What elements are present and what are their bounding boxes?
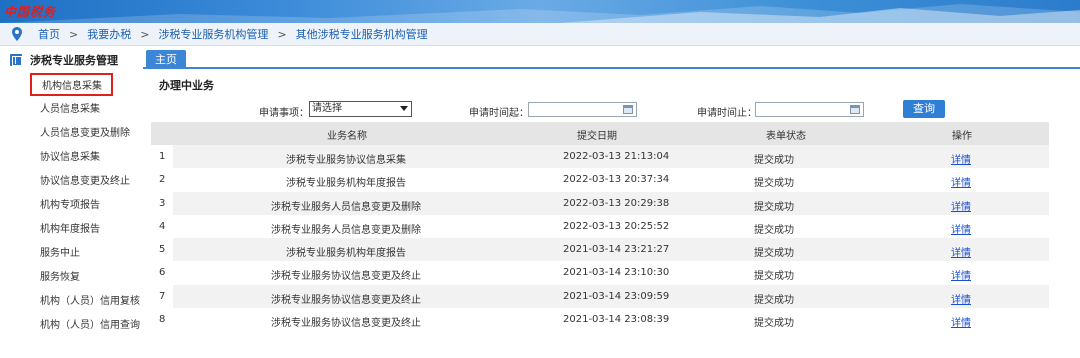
row-detail-link[interactable]: 详情 bbox=[951, 267, 971, 282]
start-date-input[interactable] bbox=[528, 102, 637, 117]
location-pin-icon bbox=[12, 27, 22, 41]
sidebar-item-service-resume[interactable]: 服务恢复 bbox=[40, 268, 80, 283]
row-submit-date: 2022-03-13 20:25:52 bbox=[563, 220, 670, 232]
breadcrumb-separator: > bbox=[277, 27, 287, 41]
row-status: 提交成功 bbox=[754, 248, 794, 260]
table-row: 5 涉税专业服务机构年度报告 2021-03-14 23:21:27 提交成功 详情 bbox=[151, 238, 1049, 262]
type-select-value: 请选择 bbox=[312, 103, 342, 114]
row-index: 6 bbox=[159, 267, 166, 279]
table-row: 6 涉税专业服务协议信息变更及终止 2021-03-14 23:10:30 提交成功 详… bbox=[151, 261, 1049, 285]
breadcrumb: 首页 > 我要办税 > 涉税专业服务机构管理 > 其他涉税专业服务机构管理 bbox=[0, 23, 1080, 46]
row-detail-link[interactable]: 详情 bbox=[951, 151, 971, 166]
header-business-name: 业务名称 bbox=[327, 131, 367, 142]
breadcrumb-separator: > bbox=[140, 27, 150, 41]
row-index: 2 bbox=[159, 174, 166, 186]
sidebar-item-personnel-info-change[interactable]: 人员信息变更及删除 bbox=[40, 124, 130, 139]
header-submit-date: 提交日期 bbox=[577, 131, 617, 142]
row-index: 1 bbox=[159, 151, 166, 162]
row-business-name-text: 涉税专业服务协议信息变更及终止 bbox=[271, 271, 421, 283]
table-row: 1 涉税专业服务协议信息采集 2022-03-13 21:13:04 提交成功 详情 bbox=[151, 145, 1049, 169]
sidebar-item-agreement-info-change[interactable]: 协议信息变更及终止 bbox=[40, 172, 130, 187]
table-header: 业务名称 提交日期 表单状态 操作 bbox=[151, 122, 1049, 145]
breadcrumb-agency-management[interactable]: 涉税专业服务机构管理 bbox=[158, 26, 268, 42]
page-title: 办理中业务 bbox=[159, 79, 214, 92]
breadcrumb-home[interactable]: 首页 bbox=[38, 26, 60, 42]
row-business-name-text: 涉税专业服务协议信息采集 bbox=[286, 155, 406, 166]
business-table: 业务名称 提交日期 表单状态 操作 1 涉税专业服务协议信息采集 2022-03-1… bbox=[151, 122, 1049, 332]
sidebar-item-special-report[interactable]: 机构专项报告 bbox=[40, 196, 100, 211]
chevron-down-icon bbox=[400, 106, 408, 111]
row-business-name-text: 涉税专业服务人员信息变更及删除 bbox=[271, 224, 421, 236]
header-form-status: 表单状态 bbox=[766, 131, 806, 142]
row-status: 提交成功 bbox=[754, 155, 794, 166]
end-date-label: 申请时间止： bbox=[697, 108, 757, 119]
row-index: 3 bbox=[159, 197, 166, 209]
row-index: 4 bbox=[159, 220, 166, 232]
sidebar-item-service-suspend[interactable]: 服务中止 bbox=[40, 244, 80, 259]
sidebar-item-agency-info-collect[interactable]: 机构信息采集 bbox=[30, 73, 113, 96]
header-operation: 操作 bbox=[952, 131, 972, 142]
tab-home[interactable]: 主页 bbox=[146, 50, 186, 69]
row-detail-link[interactable]: 详情 bbox=[951, 174, 971, 189]
header-banner: 中国税务 bbox=[0, 0, 1080, 23]
sidebar-item-agreement-info-collect[interactable]: 协议信息采集 bbox=[40, 148, 100, 163]
table-body: 1 涉税专业服务协议信息采集 2022-03-13 21:13:04 提交成功 详情 2 涉… bbox=[151, 145, 1049, 332]
site-logo[interactable]: 中国税务 bbox=[4, 3, 56, 20]
breadcrumb-separator: > bbox=[69, 27, 79, 41]
row-index: 5 bbox=[159, 244, 166, 256]
sidebar-item-credit-review[interactable]: 机构（人员）信用复核 bbox=[40, 292, 140, 307]
breadcrumb-other-agency-management[interactable]: 其他涉税专业服务机构管理 bbox=[296, 26, 428, 42]
sidebar-item-credit-query[interactable]: 机构（人员）信用查询 bbox=[40, 316, 140, 331]
type-label: 申请事项： bbox=[259, 108, 309, 119]
query-button[interactable]: 查询 bbox=[903, 100, 945, 118]
row-submit-date: 2022-03-13 21:13:04 bbox=[563, 151, 670, 162]
sidebar: 涉税专业服务管理 机构信息采集 人员信息采集 人员信息变更及删除 协议信息采集 … bbox=[0, 47, 143, 358]
row-status: 提交成功 bbox=[754, 294, 794, 306]
row-status: 提交成功 bbox=[754, 224, 794, 236]
sidebar-header[interactable]: 涉税专业服务管理 bbox=[10, 52, 118, 68]
type-select[interactable]: 请选择 bbox=[309, 101, 412, 117]
menu-grid-icon bbox=[10, 54, 22, 66]
table-row: 4 涉税专业服务人员信息变更及删除 2022-03-13 20:25:52 提交成功 详… bbox=[151, 214, 1049, 239]
end-date-input[interactable] bbox=[755, 102, 864, 117]
row-submit-date: 2021-03-14 23:21:27 bbox=[563, 244, 670, 256]
table-row: 8 涉税专业服务协议信息变更及终止 2021-03-14 23:08:39 提交成功 详… bbox=[151, 308, 1049, 332]
row-submit-date: 2021-03-14 23:09:59 bbox=[563, 290, 670, 302]
row-detail-link[interactable]: 详情 bbox=[951, 244, 971, 259]
calendar-icon[interactable] bbox=[623, 105, 633, 114]
row-submit-date: 2021-03-14 23:08:39 bbox=[563, 314, 670, 326]
row-status: 提交成功 bbox=[754, 178, 794, 190]
row-status: 提交成功 bbox=[754, 201, 794, 213]
row-status: 提交成功 bbox=[754, 271, 794, 283]
row-detail-link[interactable]: 详情 bbox=[951, 221, 971, 236]
row-business-name-text: 涉税专业服务协议信息变更及终止 bbox=[271, 318, 421, 330]
row-detail-link[interactable]: 详情 bbox=[951, 291, 971, 306]
calendar-icon[interactable] bbox=[850, 105, 860, 114]
row-index: 7 bbox=[159, 290, 166, 302]
sidebar-title: 涉税专业服务管理 bbox=[30, 54, 118, 67]
row-business-name-text: 涉税专业服务机构年度报告 bbox=[286, 178, 406, 190]
tab-bar: 主页 bbox=[143, 46, 1080, 69]
row-detail-link[interactable]: 详情 bbox=[951, 198, 971, 213]
row-submit-date: 2021-03-14 23:10:30 bbox=[563, 267, 670, 279]
row-index: 8 bbox=[159, 314, 166, 326]
table-row: 2 涉税专业服务机构年度报告 2022-03-13 20:37:34 提交成功 详情 bbox=[151, 168, 1049, 192]
mountain-decoration bbox=[0, 4, 1080, 23]
row-submit-date: 2022-03-13 20:29:38 bbox=[563, 197, 670, 209]
table-row: 3 涉税专业服务人员信息变更及删除 2022-03-13 20:29:38 提交成功 详… bbox=[151, 191, 1049, 215]
row-business-name-text: 涉税专业服务机构年度报告 bbox=[286, 248, 406, 260]
row-business-name-text: 涉税专业服务人员信息变更及删除 bbox=[271, 201, 421, 213]
row-submit-date: 2022-03-13 20:37:34 bbox=[563, 174, 670, 186]
row-status: 提交成功 bbox=[754, 318, 794, 330]
breadcrumb-tax-service[interactable]: 我要办税 bbox=[87, 26, 131, 42]
start-date-label: 申请时间起： bbox=[469, 108, 529, 119]
row-business-name-text: 涉税专业服务协议信息变更及终止 bbox=[271, 294, 421, 306]
row-detail-link[interactable]: 详情 bbox=[951, 314, 971, 329]
sidebar-item-annual-report[interactable]: 机构年度报告 bbox=[40, 220, 100, 235]
filter-bar: 申请事项： 请选择 申请时间起： 申请时间止： 查询 bbox=[0, 100, 1080, 120]
table-row: 7 涉税专业服务协议信息变更及终止 2021-03-14 23:09:59 提交成功 详… bbox=[151, 284, 1049, 309]
